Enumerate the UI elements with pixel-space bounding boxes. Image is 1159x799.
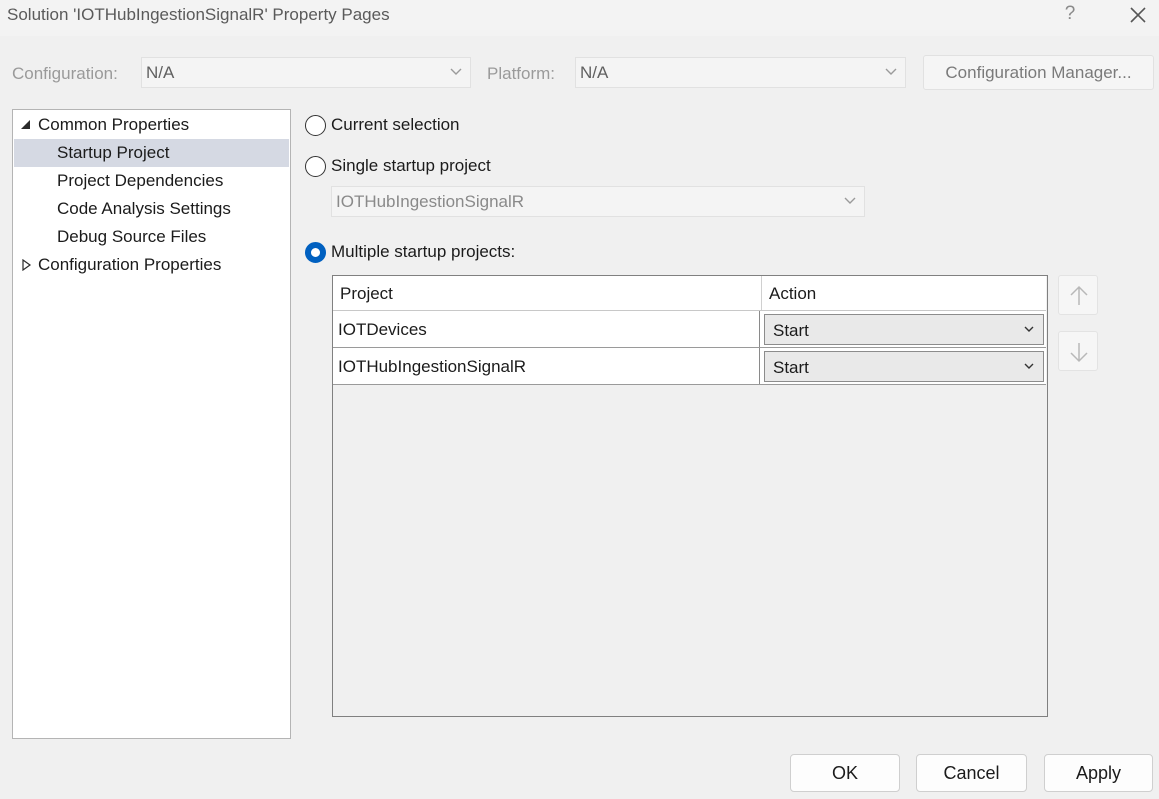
single-startup-project-select[interactable]: IOTHubIngestionSignalR (331, 186, 865, 217)
single-startup-option[interactable]: Single startup project (305, 154, 525, 180)
configuration-label: Configuration: (12, 64, 118, 83)
title-bar: Solution 'IOTHubIngestionSignalR' Proper… (0, 0, 1159, 36)
project-cell[interactable]: IOTHubIngestionSignalR (333, 348, 760, 384)
tree-item-label: Common Properties (38, 115, 190, 134)
tree-item-configuration-properties[interactable]: Configuration Properties (13, 251, 290, 279)
grid-header: Project Action (333, 276, 1046, 311)
platform-label: Platform: (487, 64, 556, 83)
chevron-down-icon (1024, 363, 1034, 369)
action-select[interactable]: Start (764, 314, 1044, 345)
action-value: Start (773, 358, 809, 377)
move-down-button[interactable] (1058, 331, 1098, 371)
arrow-down-icon (1070, 343, 1088, 363)
multiple-startup-option[interactable]: Multiple startup projects: (305, 240, 545, 266)
action-select[interactable]: Start (764, 351, 1044, 382)
tree-item-startup-project[interactable]: Startup Project (14, 139, 289, 167)
single-startup-value: IOTHubIngestionSignalR (336, 192, 525, 211)
tree-item-label: Code Analysis Settings (57, 199, 231, 218)
tree-item-label: Startup Project (57, 143, 170, 162)
window-title: Solution 'IOTHubIngestionSignalR' Proper… (7, 5, 390, 24)
multiple-startup-label: Multiple startup projects: (331, 242, 516, 261)
tree-item-label: Project Dependencies (57, 171, 224, 190)
multiple-startup-radio[interactable] (305, 242, 326, 263)
current-selection-option[interactable]: Current selection (305, 113, 505, 139)
tree-item-project-dependencies[interactable]: Project Dependencies (13, 167, 290, 195)
ok-button[interactable]: OK (790, 754, 900, 792)
chevron-down-icon (885, 68, 897, 75)
table-row[interactable]: IOTDevices Start (333, 311, 1046, 348)
column-header-action[interactable]: Action (762, 276, 1046, 310)
configuration-manager-button[interactable]: Configuration Manager... (923, 55, 1154, 90)
configuration-value: N/A (146, 63, 175, 82)
arrow-up-icon (1070, 285, 1088, 305)
configuration-select[interactable]: N/A (141, 57, 471, 88)
move-up-button[interactable] (1058, 275, 1098, 315)
column-header-project[interactable]: Project (333, 276, 761, 310)
tree-item-label: Configuration Properties (38, 255, 222, 274)
single-startup-radio[interactable] (305, 156, 326, 177)
platform-value: N/A (580, 63, 609, 82)
collapsed-arrow-icon[interactable] (21, 259, 33, 271)
apply-button[interactable]: Apply (1044, 754, 1153, 792)
table-row[interactable]: IOTHubIngestionSignalR Start (333, 348, 1046, 385)
project-cell[interactable]: IOTDevices (333, 311, 760, 347)
expanded-arrow-icon[interactable] (20, 119, 32, 131)
action-value: Start (773, 321, 809, 340)
help-button[interactable]: ? (1058, 3, 1082, 29)
tree-item-debug-source-files[interactable]: Debug Source Files (13, 223, 290, 251)
close-icon[interactable] (1124, 3, 1152, 29)
chevron-down-icon (844, 197, 856, 204)
current-selection-label: Current selection (331, 115, 460, 134)
chevron-down-icon (1024, 326, 1034, 332)
chevron-down-icon (450, 68, 462, 75)
single-startup-label: Single startup project (331, 156, 491, 175)
property-tree: Common Properties Startup Project Projec… (12, 109, 291, 739)
cancel-button[interactable]: Cancel (916, 754, 1027, 792)
tree-item-common-properties[interactable]: Common Properties (13, 111, 290, 139)
startup-projects-grid: Project Action IOTDevices Start IOTHubIn… (332, 275, 1048, 717)
tree-item-code-analysis-settings[interactable]: Code Analysis Settings (13, 195, 290, 223)
tree-item-label: Debug Source Files (57, 227, 207, 246)
current-selection-radio[interactable] (305, 115, 326, 136)
platform-select[interactable]: N/A (575, 57, 906, 88)
